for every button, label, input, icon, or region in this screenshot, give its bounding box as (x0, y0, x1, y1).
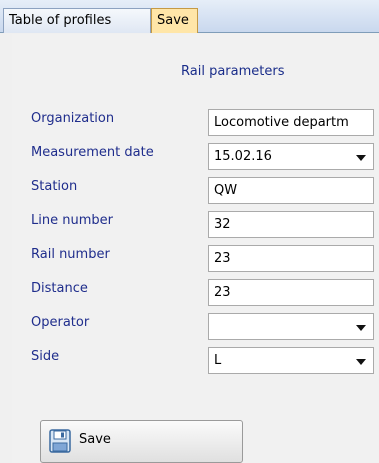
measurement-date-value: 15.02.16 (214, 149, 272, 164)
side-label: Side (31, 349, 60, 364)
measurement-date-label: Measurement date (31, 145, 154, 160)
organization-label: Organization (31, 111, 115, 126)
section-title: Rail parameters (181, 64, 285, 79)
line-number-label: Line number (31, 213, 113, 228)
line-number-field[interactable]: 32 (208, 211, 374, 238)
organization-field[interactable]: Locomotive departm (208, 109, 374, 136)
side-dropdown[interactable]: L (208, 347, 374, 374)
chevron-down-icon (356, 359, 366, 365)
tab-bar: Table of profiles Save (0, 0, 379, 33)
floppy-disk-icon (49, 429, 71, 453)
operator-dropdown[interactable] (208, 313, 374, 340)
save-button-label: Save (79, 432, 111, 447)
chevron-down-icon (356, 155, 366, 161)
rail-number-label: Rail number (31, 247, 110, 262)
station-field[interactable]: QW (208, 177, 374, 204)
distance-label: Distance (31, 281, 88, 296)
side-value: L (214, 353, 222, 368)
distance-field[interactable]: 23 (208, 279, 374, 306)
chevron-down-icon (356, 325, 366, 331)
station-label: Station (31, 179, 78, 194)
operator-label: Operator (31, 315, 90, 330)
rail-number-field[interactable]: 23 (208, 245, 374, 272)
tab-save[interactable]: Save (151, 8, 198, 33)
tab-table-of-profiles[interactable]: Table of profiles (3, 8, 151, 33)
measurement-date-dropdown[interactable]: 15.02.16 (208, 143, 374, 170)
save-button[interactable]: Save (40, 420, 243, 463)
